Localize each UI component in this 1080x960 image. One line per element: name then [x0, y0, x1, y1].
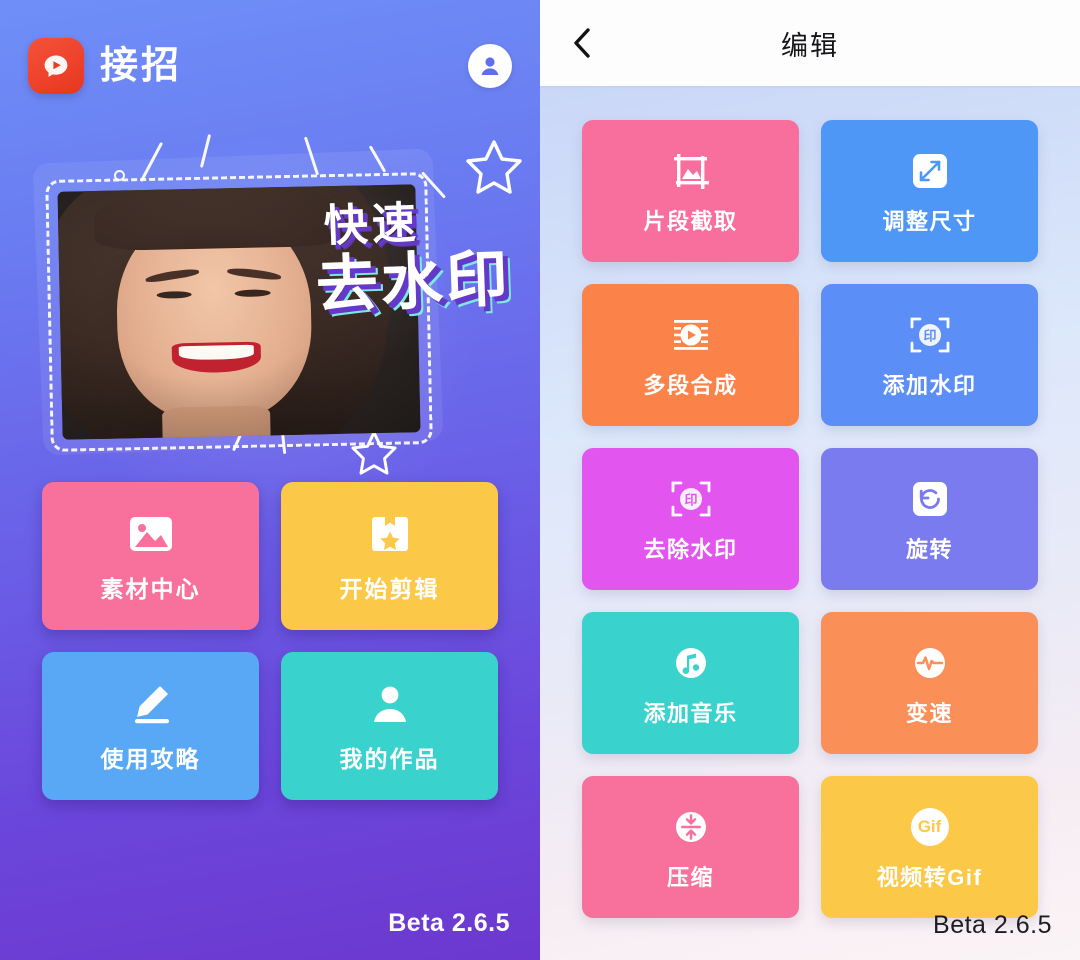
image-icon [126, 508, 176, 560]
home-card-label: 素材中心 [100, 576, 201, 602]
edit-card-label: 调整尺寸 [882, 208, 977, 234]
chevron-left-icon [574, 28, 590, 58]
svg-text:印: 印 [923, 328, 936, 343]
edit-card-clip-trim[interactable]: 片段截取 [582, 120, 799, 262]
promo-banner[interactable]: 快速 去水印 [24, 134, 522, 475]
home-action-grid: 素材中心 开始剪辑 使用攻略 我的作品 [42, 482, 498, 800]
frame-handle[interactable] [114, 170, 125, 181]
home-card-label: 我的作品 [339, 746, 440, 772]
banner-headline-small: 快速 [322, 198, 421, 252]
edit-version-label: Beta 2.6.5 [933, 911, 1052, 939]
gif-badge-text: Gif [910, 807, 949, 846]
edit-card-label: 视频转Gif [876, 864, 983, 890]
edit-card-remove-watermark[interactable]: 印 去除水印 [582, 448, 799, 590]
banner-headline-large: 去水印 [314, 244, 513, 321]
home-card-start-edit[interactable]: 开始剪辑 [281, 482, 498, 630]
edit-card-add-music[interactable]: 添加音乐 [582, 612, 799, 754]
back-button[interactable] [562, 23, 602, 63]
edit-card-rotate[interactable]: 旋转 [821, 448, 1038, 590]
play-bubble-icon [44, 55, 68, 77]
home-version-label: Beta 2.6.5 [388, 909, 510, 937]
user-avatar-icon [481, 57, 499, 75]
add-watermark-icon: 印 [906, 311, 954, 359]
edit-card-label: 添加音乐 [643, 700, 738, 726]
edit-page-title: 编辑 [781, 30, 839, 61]
edit-card-speed[interactable]: 变速 [821, 612, 1038, 754]
person-icon [367, 678, 413, 730]
edit-screen: 编辑 片段截取 调整尺寸 多段合成 印 添加水印 印 去除水印 旋转 添加音乐 … [540, 0, 1080, 960]
bookmark-star-icon [367, 508, 413, 560]
edit-card-label: 片段截取 [643, 208, 738, 234]
home-header: 接招 [0, 0, 540, 132]
app-logo [28, 38, 84, 94]
edit-card-label: 添加水印 [882, 372, 977, 398]
home-card-material-center[interactable]: 素材中心 [42, 482, 259, 630]
edit-tool-grid: 片段截取 调整尺寸 多段合成 印 添加水印 印 去除水印 旋转 添加音乐 变速 … [582, 120, 1038, 918]
edit-card-label: 多段合成 [643, 372, 738, 398]
pencil-icon [126, 678, 176, 730]
resize-arrows-icon [909, 147, 951, 195]
svg-text:印: 印 [684, 492, 697, 507]
music-note-icon [670, 639, 712, 687]
home-card-label: 开始剪辑 [339, 576, 440, 602]
home-card-guide[interactable]: 使用攻略 [42, 652, 259, 800]
edit-card-compress[interactable]: 压缩 [582, 776, 799, 918]
app-title: 接招 [100, 45, 183, 87]
video-merge-icon [667, 311, 715, 359]
compress-icon [670, 803, 712, 851]
edit-header: 编辑 [540, 0, 1080, 86]
home-card-label: 使用攻略 [100, 746, 201, 772]
edit-card-label: 变速 [905, 700, 953, 726]
home-card-my-works[interactable]: 我的作品 [281, 652, 498, 800]
edit-card-add-watermark[interactable]: 印 添加水印 [821, 284, 1038, 426]
edit-card-label: 去除水印 [643, 536, 738, 562]
speed-pulse-icon [909, 639, 951, 687]
edit-card-label: 压缩 [666, 864, 714, 890]
remove-watermark-icon: 印 [667, 475, 715, 523]
account-button[interactable] [468, 44, 512, 88]
star-outline-icon [466, 140, 522, 194]
edit-card-label: 旋转 [905, 536, 953, 562]
edit-card-video-to-gif[interactable]: Gif 视频转Gif [821, 776, 1038, 918]
home-screen: 接招 快速 去水印 素材中心 开始剪辑 使用攻略 我的作品 Beta 2.6.5 [0, 0, 540, 960]
rotate-icon [909, 475, 951, 523]
edit-card-merge[interactable]: 多段合成 [582, 284, 799, 426]
gif-badge-icon: Gif [910, 803, 949, 851]
crop-frame-icon [668, 147, 714, 195]
banner-headline: 快速 去水印 [313, 197, 513, 321]
edit-card-resize[interactable]: 调整尺寸 [821, 120, 1038, 262]
